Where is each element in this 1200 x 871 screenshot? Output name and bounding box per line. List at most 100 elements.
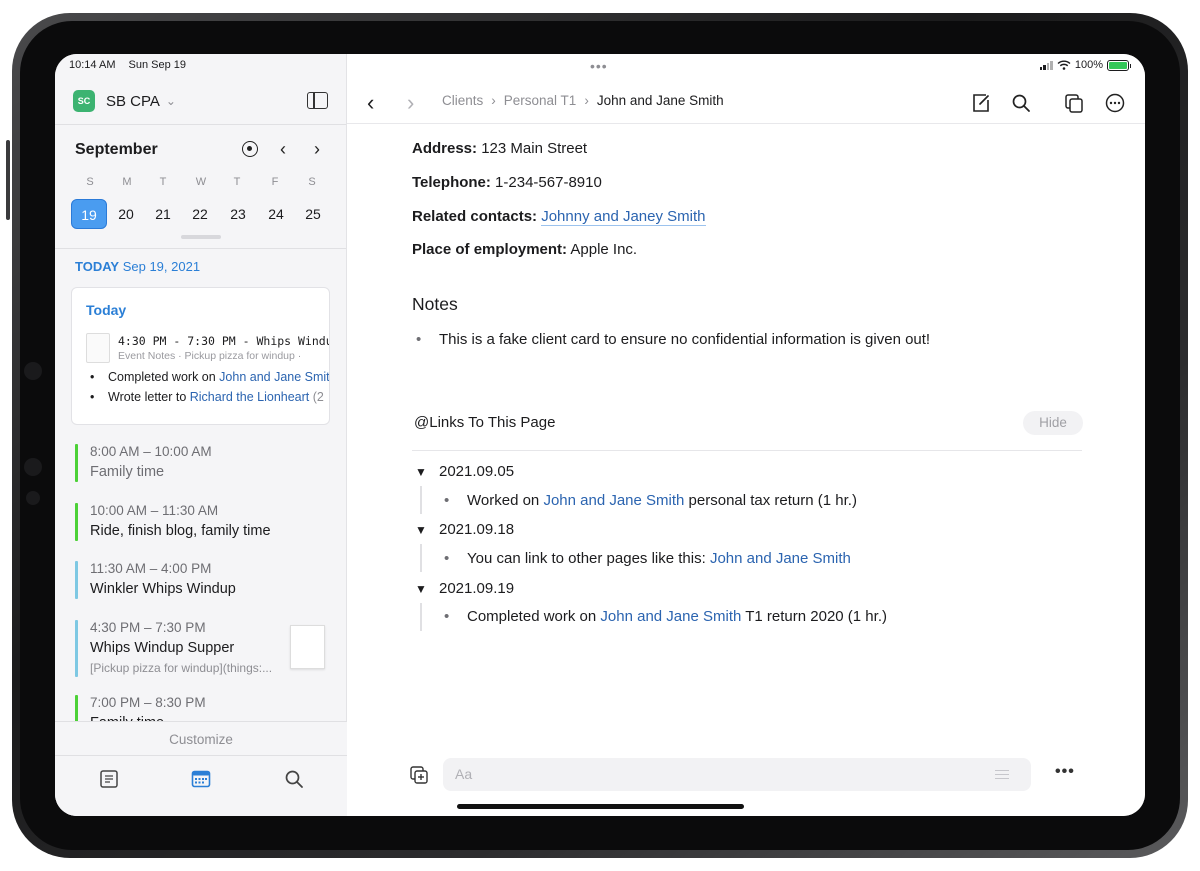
- compose-input[interactable]: Aa: [443, 758, 1031, 791]
- bullet-icon: •: [90, 370, 95, 384]
- breadcrumb-clients[interactable]: Clients: [442, 93, 483, 108]
- bullet-icon: •: [416, 331, 422, 348]
- weekday-label: S: [86, 176, 94, 188]
- note-thumbnail[interactable]: [290, 625, 325, 669]
- breadcrumb-personal-t1[interactable]: Personal T1: [504, 93, 577, 108]
- multitasking-dots-icon[interactable]: •••: [590, 58, 608, 74]
- add-attachment-icon[interactable]: [409, 765, 429, 785]
- backlink-item[interactable]: • Completed work on John and Jane Smith T…: [444, 608, 887, 625]
- backlink-item[interactable]: • Worked on John and Jane Smith personal …: [444, 492, 857, 509]
- status-time: 10:14 AM: [69, 59, 116, 71]
- event-time: 10:00 AM – 11:30 AM: [90, 503, 219, 518]
- back-icon[interactable]: ‹: [367, 90, 374, 116]
- breadcrumb: Clients › Personal T1 › John and Jane Smith: [442, 93, 724, 108]
- today-label: TODAY: [75, 259, 120, 274]
- calendar-day-selected[interactable]: 19: [71, 199, 107, 229]
- field-label: Related contacts:: [412, 208, 538, 225]
- calendar-day[interactable]: 25: [295, 199, 331, 229]
- calendar-day[interactable]: 22: [182, 199, 218, 229]
- backlink-item[interactable]: • You can link to other pages like this: …: [444, 550, 851, 567]
- divider: [412, 450, 1082, 451]
- duplicate-icon[interactable]: [1063, 92, 1085, 114]
- related-contacts-link[interactable]: Johnny and Janey Smith: [541, 208, 706, 226]
- event-time: 4:30 PM - 7:30 PM - Whips Windup: [118, 334, 330, 348]
- employment-field[interactable]: Place of employment: Apple Inc.: [412, 241, 637, 258]
- indent-guide: [420, 486, 422, 514]
- telephone-field[interactable]: Telephone: 1-234-567-8910: [412, 174, 602, 191]
- backlink-date-toggle[interactable]: ▼ 2021.09.19: [415, 580, 514, 597]
- bullet-text: Wrote letter to: [108, 390, 190, 404]
- bullet-text: Completed work on: [467, 608, 601, 625]
- calendar-tab-icon[interactable]: [190, 768, 212, 790]
- page-link[interactable]: John and Jane Smith: [219, 370, 329, 384]
- notes-tab-icon[interactable]: [98, 768, 120, 790]
- divider: [55, 248, 346, 249]
- workspace-name: SB CPA: [106, 92, 160, 110]
- weekday-label: M: [122, 176, 132, 188]
- wifi-icon: [1057, 60, 1071, 70]
- calendar-day[interactable]: 24: [258, 199, 294, 229]
- chevron-down-icon: ⌄: [165, 94, 176, 108]
- chevron-left-icon[interactable]: ‹: [272, 138, 294, 160]
- indent-guide: [420, 603, 422, 631]
- backlink-date: 2021.09.19: [439, 580, 515, 597]
- event-subtitle: Event Notes · Pickup pizza for windup ·: [118, 350, 302, 362]
- today-card-title: Today: [86, 302, 127, 318]
- bullet-icon: •: [444, 492, 450, 509]
- customize-button[interactable]: Customize: [55, 732, 347, 747]
- workspace-switcher[interactable]: SC SB CPA ⌄: [73, 90, 176, 112]
- backlinks-heading: @Links To This Page: [414, 414, 556, 431]
- workspace-badge: SC: [73, 90, 95, 112]
- navigation-bar: ‹ › Clients › Personal T1 › John and Jane Sm…: [347, 82, 1145, 124]
- home-indicator[interactable]: [457, 804, 744, 809]
- list-item: • Completed work on John and Jane Smith: [90, 370, 329, 384]
- calendar-day[interactable]: 23: [220, 199, 256, 229]
- more-icon[interactable]: [1104, 92, 1126, 114]
- list-item[interactable]: • This is a fake client card to ensure no…: [416, 331, 931, 348]
- calendar-grabber[interactable]: [181, 235, 221, 239]
- chevron-right-icon[interactable]: ›: [306, 138, 328, 160]
- search-tab-icon[interactable]: [283, 768, 305, 790]
- today-note-card[interactable]: Today 4:30 PM - 7:30 PM - Whips Windup E…: [71, 287, 330, 425]
- sidebar-toggle-icon[interactable]: [307, 92, 328, 109]
- bullet-text: T1 return 2020 (1 hr.): [741, 608, 887, 625]
- more-icon[interactable]: •••: [1055, 763, 1075, 781]
- event-color-bar: [75, 503, 78, 541]
- bullet-text: You can link to other pages like this:: [467, 550, 710, 567]
- event-color-bar: [75, 444, 78, 482]
- search-icon[interactable]: [1010, 92, 1032, 114]
- camera-dot: [26, 491, 40, 505]
- hide-backlinks-button[interactable]: Hide: [1023, 411, 1083, 435]
- bullet-text: personal tax return (1 hr.): [684, 492, 857, 509]
- backlink-date-toggle[interactable]: ▼ 2021.09.05: [415, 463, 514, 480]
- calendar-month: September: [75, 141, 158, 158]
- today-target-icon[interactable]: [239, 138, 261, 160]
- status-date: Sun Sep 19: [128, 59, 187, 71]
- tab-bar: [55, 755, 347, 816]
- related-contacts-field[interactable]: Related contacts: Johnny and Janey Smith: [412, 208, 706, 226]
- page-link[interactable]: John and Jane Smith: [543, 492, 684, 509]
- address-field[interactable]: Address: 123 Main Street: [412, 140, 587, 157]
- event-title: Ride, finish blog, family time: [90, 523, 271, 539]
- backlink-date-toggle[interactable]: ▼ 2021.09.18: [415, 521, 514, 538]
- bullet-icon: •: [90, 390, 95, 404]
- compose-icon[interactable]: [970, 92, 992, 114]
- page-link[interactable]: John and Jane Smith: [600, 608, 741, 625]
- text-format-icon[interactable]: [995, 770, 1009, 781]
- page-link[interactable]: Richard the Lionheart: [190, 390, 310, 404]
- field-value: Apple Inc.: [567, 241, 638, 258]
- screen: 10:14 AM Sun Sep 19 SC SB CPA ⌄ Septembe…: [55, 54, 1145, 816]
- weekday-label: W: [195, 176, 207, 188]
- weekday-label: T: [233, 176, 241, 188]
- camera-dot: [24, 362, 42, 380]
- calendar-day[interactable]: 20: [108, 199, 144, 229]
- event-time: 8:00 AM – 10:00 AM: [90, 444, 212, 459]
- bullet-text: This is a fake client card to ensure no …: [439, 331, 931, 348]
- event-title: Winkler Whips Windup: [90, 581, 236, 597]
- page-link[interactable]: John and Jane Smith: [710, 550, 851, 567]
- field-label: Telephone:: [412, 174, 491, 191]
- breadcrumb-current[interactable]: John and Jane Smith: [597, 93, 724, 108]
- forward-icon[interactable]: ›: [407, 90, 414, 116]
- camera-dot: [24, 458, 42, 476]
- calendar-day[interactable]: 21: [145, 199, 181, 229]
